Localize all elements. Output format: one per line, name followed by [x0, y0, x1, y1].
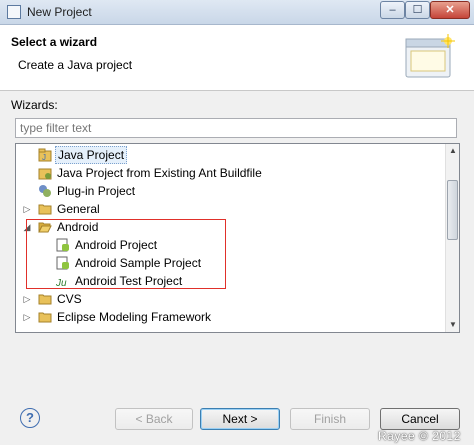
tree-item-label: Eclipse Modeling Framework — [57, 310, 212, 324]
back-button[interactable]: < Back — [115, 408, 193, 430]
scroll-down-arrow-icon[interactable]: ▼ — [446, 318, 459, 332]
tree-item-label: Android Test Project — [75, 274, 183, 288]
tree-item-label: Android Sample Project — [75, 256, 202, 270]
tree-item-label: General — [57, 202, 100, 216]
svg-text:J: J — [42, 153, 46, 162]
window-title: New Project — [27, 5, 92, 19]
close-button[interactable]: ✕ — [430, 1, 470, 19]
tree-item-label: CVS — [57, 292, 82, 306]
java-ant-project-icon — [38, 168, 52, 180]
android-sample-project-icon — [56, 256, 69, 270]
svg-text:Ju: Ju — [56, 278, 67, 288]
wizard-banner: Select a wizard Create a Java project — [0, 25, 474, 91]
android-test-project-icon: Ju — [56, 278, 67, 288]
tree-item-label: Android Project — [75, 238, 158, 252]
finish-button[interactable]: Finish — [290, 408, 370, 430]
banner-title: Select a wizard — [11, 35, 98, 49]
tree-item-label: Plug-in Project — [57, 184, 136, 198]
scroll-up-arrow-icon[interactable]: ▲ — [446, 144, 459, 158]
maximize-button[interactable]: ☐ — [405, 1, 430, 19]
next-button[interactable]: Next > — [200, 408, 280, 430]
tree-item-label: Java Project — [55, 146, 128, 164]
scrollbar-thumb[interactable] — [447, 180, 458, 240]
wizards-label: Wizards: — [11, 98, 58, 112]
expand-arrow-icon[interactable]: ▷ — [22, 200, 32, 218]
help-icon[interactable]: ? — [20, 408, 40, 428]
expand-arrow-icon[interactable]: ▷ — [22, 290, 32, 308]
folder-icon — [38, 312, 52, 323]
title-bar: New Project – ☐ ✕ — [0, 0, 474, 25]
java-project-icon: J — [38, 148, 52, 162]
window-app-icon — [7, 5, 21, 19]
minimize-button[interactable]: – — [380, 1, 405, 19]
watermark: Rayee © 2012 — [378, 429, 461, 443]
android-project-icon — [56, 238, 69, 252]
banner-subtitle: Create a Java project — [18, 58, 133, 72]
new-project-wizard-icon — [405, 34, 455, 78]
cancel-button[interactable]: Cancel — [380, 408, 460, 430]
filter-input[interactable] — [15, 118, 457, 138]
collapse-arrow-icon[interactable]: ◢ — [22, 218, 32, 236]
tree-item-label: Java Project from Existing Ant Buildfile — [57, 166, 262, 180]
folder-icon — [38, 294, 52, 305]
expand-arrow-icon[interactable]: ▷ — [22, 308, 32, 326]
folder-open-icon — [38, 222, 52, 233]
folder-icon — [38, 204, 52, 215]
wizard-tree[interactable]: J Java Project Java Project from Existin… — [15, 143, 460, 333]
tree-item-label: Android — [57, 220, 99, 234]
plugin-project-icon — [39, 185, 51, 197]
tree-scrollbar[interactable]: ▲ ▼ — [445, 144, 459, 332]
